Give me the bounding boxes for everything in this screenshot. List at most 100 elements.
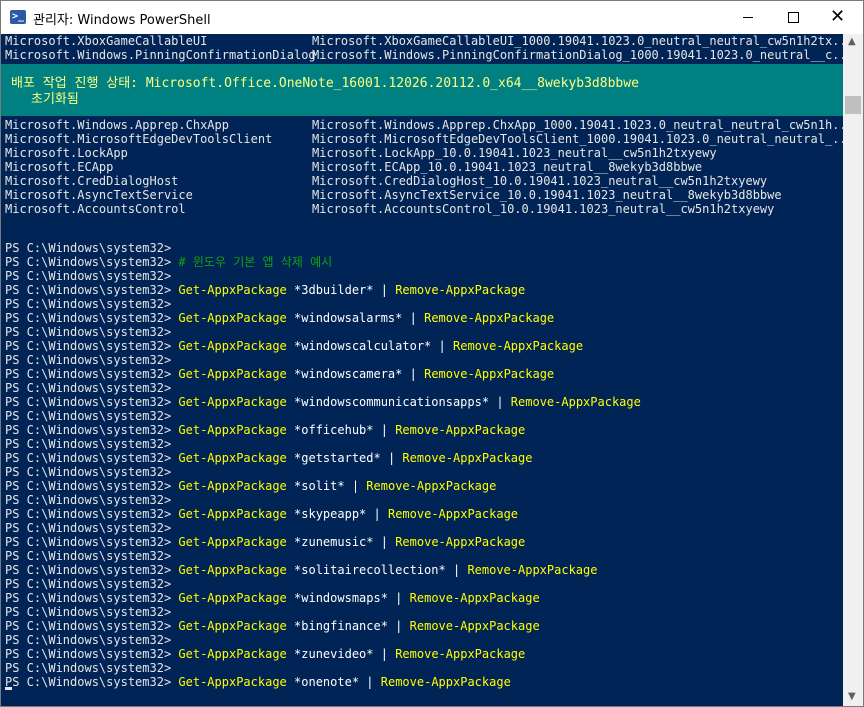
command-line: PS C:\Windows\system32> Get-AppxPackage … [5,395,641,409]
get-appxpackage-cmd: Get-AppxPackage [178,647,287,661]
package-name: Microsoft.LockApp [5,146,128,160]
title-bar[interactable]: >_ 관리자: Windows PowerShell ✕ [1,1,863,34]
comment-text: # 윈도우 기본 앱 삭제 예시 [178,255,333,269]
prompt-text: PS C:\Windows\system32> [5,451,172,465]
package-row: Microsoft.Windows.Apprep.ChxApp Microsoft… [5,118,843,132]
package-row: Microsoft.Windows.PinningConfirmationDia… [5,48,843,62]
package-name: Microsoft.ECApp [5,160,114,174]
command-line: PS C:\Windows\system32> Get-AppxPackage … [5,451,532,465]
command-line: PS C:\Windows\system32> Get-AppxPackage … [5,591,540,605]
prompt-text: PS C:\Windows\system32> [5,269,172,283]
get-appxpackage-cmd: Get-AppxPackage [178,367,287,381]
prompt-line: PS C:\Windows\system32> [5,353,171,367]
pipe-operator: | [409,367,417,381]
prompt-line: PS C:\Windows\system32> [5,549,171,563]
get-appxpackage-cmd: Get-AppxPackage [178,479,287,493]
package-name: Microsoft.MicrosoftEdgeDevToolsClient [5,132,273,146]
close-button[interactable]: ✕ [817,1,863,34]
prompt-text: PS C:\Windows\system32> [5,591,172,605]
close-icon: ✕ [830,6,846,27]
remove-appxpackage-cmd: Remove-AppxPackage [424,367,555,381]
prompt-text: PS C:\Windows\system32> [5,325,172,339]
pipe-operator: | [380,647,388,661]
vertical-scrollbar[interactable]: ▲ ▼ [843,34,863,706]
minimize-icon [743,17,753,18]
prompt-text: PS C:\Windows\system32> [5,297,172,311]
scroll-thumb[interactable] [845,96,861,114]
pipe-operator: | [438,339,446,353]
prompt-text: PS C:\Windows\system32> [5,605,172,619]
prompt-text: PS C:\Windows\system32> [5,409,172,423]
command-line: PS C:\Windows\system32> Get-AppxPackage … [5,675,511,689]
package-filter: *officehub* [294,423,374,437]
get-appxpackage-cmd: Get-AppxPackage [178,675,287,689]
prompt-line: PS C:\Windows\system32> [5,297,171,311]
command-line: PS C:\Windows\system32> Get-AppxPackage … [5,535,525,549]
remove-appxpackage-cmd: Remove-AppxPackage [467,563,598,577]
maximize-button[interactable] [771,1,817,34]
scroll-down-button[interactable]: ▼ [843,689,863,706]
prompt-text: PS C:\Windows\system32> [5,241,172,255]
scroll-up-button[interactable]: ▲ [843,34,863,51]
remove-appxpackage-cmd: Remove-AppxPackage [395,283,526,297]
package-row: Microsoft.ECApp Microsoft.ECApp_10.0.1904… [5,160,702,174]
prompt-line: PS C:\Windows\system32> [5,661,171,675]
package-filter: *onenote* [294,675,360,689]
remove-appxpackage-cmd: Remove-AppxPackage [395,423,526,437]
package-row: Microsoft.CredDialogHost Microsoft.CredDi… [5,174,767,188]
package-full-name: Microsoft.AsyncTextService_10.0.19041.10… [312,188,782,202]
package-filter: *3dbuilder* [294,283,374,297]
remove-appxpackage-cmd: Remove-AppxPackage [366,479,497,493]
prompt-text: PS C:\Windows\system32> [5,577,172,591]
package-name: Microsoft.AccountsControl [5,202,186,216]
command-line: PS C:\Windows\system32> Get-AppxPackage … [5,507,518,521]
command-line: PS C:\Windows\system32> Get-AppxPackage … [5,283,525,297]
prompt-text: PS C:\Windows\system32> [5,619,172,633]
get-appxpackage-cmd: Get-AppxPackage [178,451,287,465]
package-full-name: Microsoft.ECApp_10.0.19041.1023_neutral_… [312,160,703,174]
get-appxpackage-cmd: Get-AppxPackage [178,535,287,549]
package-name: Microsoft.Windows.Apprep.ChxApp [5,118,229,132]
package-filter: *zunemusic* [294,535,374,549]
powershell-window: >_ 관리자: Windows PowerShell ✕ 배포 작업 진행 상태… [0,0,864,707]
pipe-operator: | [387,451,396,465]
package-filter: *windowsmaps* [294,591,388,605]
window-title: 관리자: Windows PowerShell [33,13,211,28]
prompt-text: PS C:\Windows\system32> [5,395,172,409]
package-filter: *skypeapp* [294,507,367,521]
prompt-text: PS C:\Windows\system32> [5,255,172,269]
package-row: Microsoft.MicrosoftEdgeDevToolsClient Mic… [5,132,843,146]
package-filter: *windowsalarms* [294,311,403,325]
prompt-line: PS C:\Windows\system32> [5,605,171,619]
package-filter: *zunevideo* [294,647,374,661]
package-full-name: Microsoft.CredDialogHost_10.0.19041.1023… [312,174,768,188]
command-line: PS C:\Windows\system32> Get-AppxPackage … [5,311,554,325]
prompt-text: PS C:\Windows\system32> [5,381,172,395]
prompt-line: PS C:\Windows\system32> [5,381,171,395]
package-row: Microsoft.XboxGameCallableUI Microsoft.Xb… [5,34,843,48]
remove-appxpackage-cmd: Remove-AppxPackage [380,675,511,689]
prompt-line: PS C:\Windows\system32> [5,577,171,591]
package-full-name: Microsoft.Windows.PinningConfirmationDia… [312,48,843,62]
package-full-name: Microsoft.XboxGameCallableUI_1000.19041.… [312,34,843,48]
pipe-operator: | [395,619,403,633]
get-appxpackage-cmd: Get-AppxPackage [178,339,287,353]
prompt-text: PS C:\Windows\system32> [5,353,172,367]
pipe-operator: | [380,535,388,549]
remove-appxpackage-cmd: Remove-AppxPackage [395,535,526,549]
prompt-line: PS C:\Windows\system32> [5,241,171,255]
pipe-operator: | [380,423,388,437]
package-full-name: Microsoft.AccountsControl_10.0.19041.102… [312,202,775,216]
minimize-button[interactable] [725,1,771,34]
prompt-line: PS C:\Windows\system32> # 윈도우 기본 앱 삭제 예시 [5,255,332,269]
console-area[interactable]: 배포 작업 진행 상태: Microsoft.Office.OneNote_16… [1,34,843,706]
command-line: PS C:\Windows\system32> Get-AppxPackage … [5,367,554,381]
package-filter: *getstarted* [294,451,381,465]
prompt-text: PS C:\Windows\system32> [5,311,172,325]
get-appxpackage-cmd: Get-AppxPackage [178,423,287,437]
package-name: Microsoft.Windows.PinningConfirmationDia… [5,48,316,62]
command-line: PS C:\Windows\system32> Get-AppxPackage … [5,647,525,661]
pipe-operator: | [366,675,374,689]
package-name: Microsoft.XboxGameCallableUI [5,34,208,48]
prompt-text: PS C:\Windows\system32> [5,283,172,297]
